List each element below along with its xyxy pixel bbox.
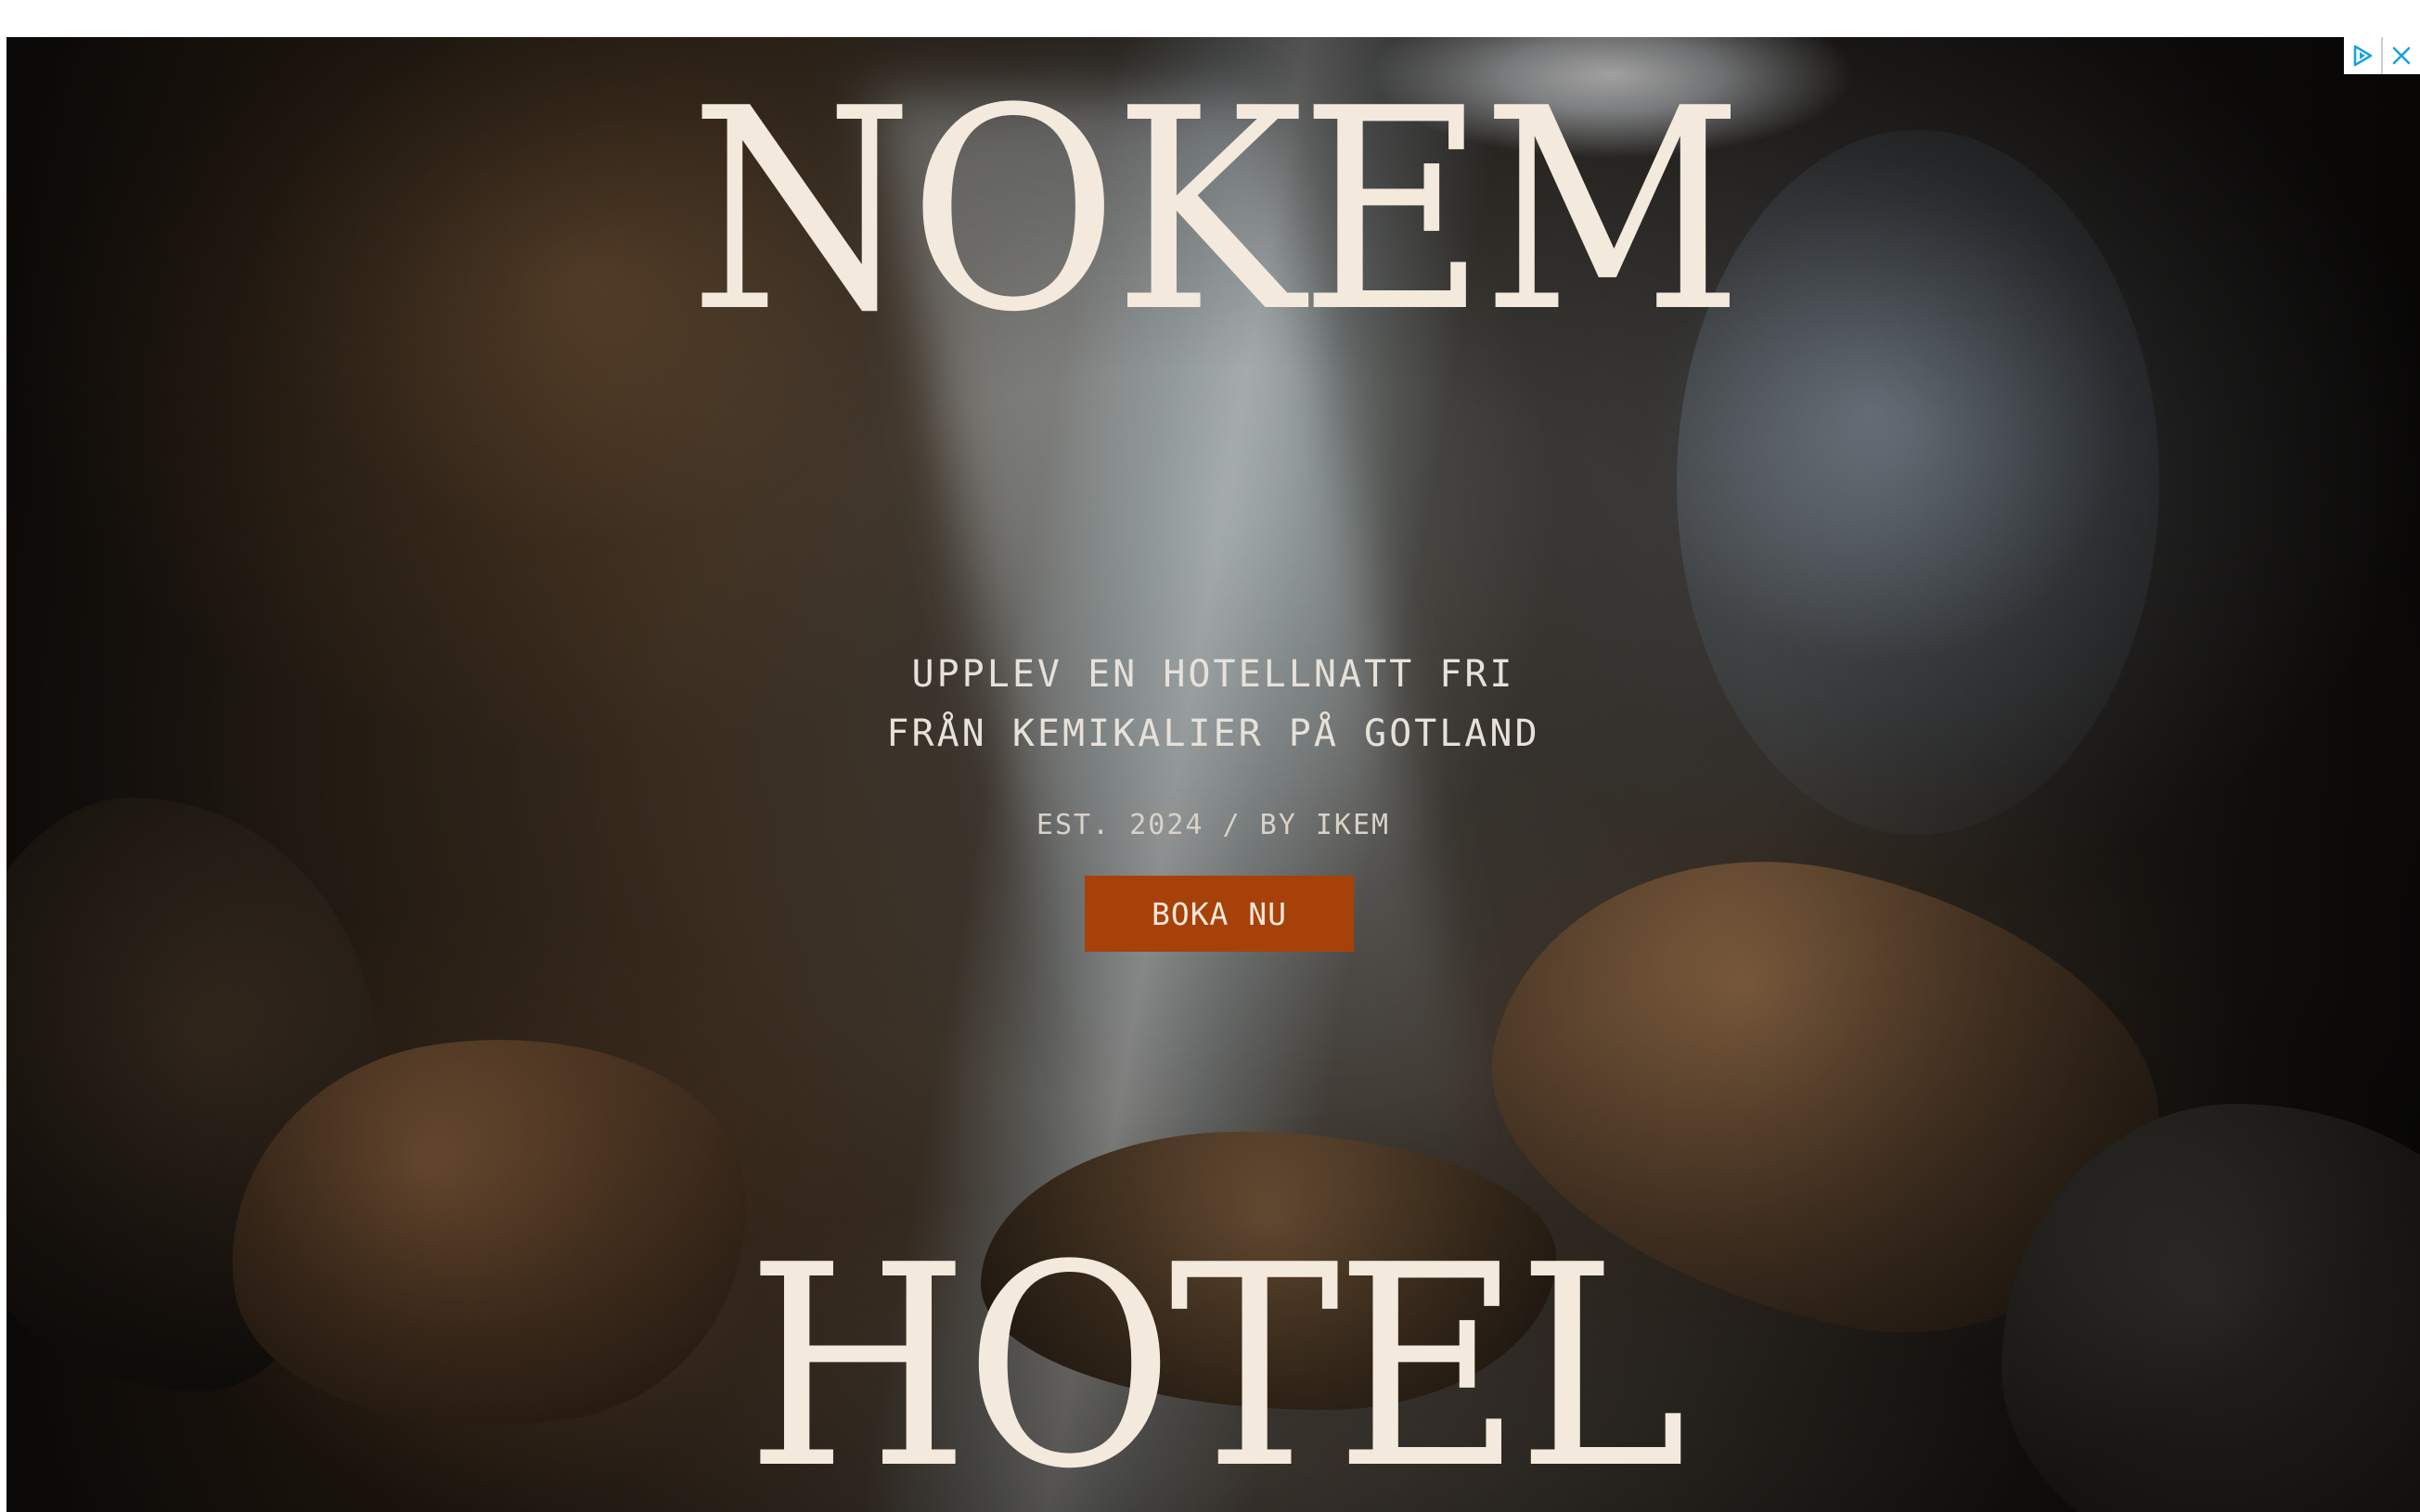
- ad-tagline: UPPLEV EN HOTELLNATT FRI FRÅN KEMIKALIER…: [6, 645, 2420, 763]
- page: NOKEM UPPLEV EN HOTELLNATT FRI FRÅN KEMI…: [0, 0, 2420, 1512]
- brand-name-top: NOKEM: [689, 49, 1744, 373]
- ad-controls: [2344, 37, 2420, 74]
- close-icon[interactable]: [2383, 37, 2420, 74]
- brand-name-bottom: HOTEL: [746, 1206, 1687, 1512]
- established-text: EST. 2024 / BY IKEM: [1036, 809, 1391, 841]
- adchoices-icon[interactable]: [2344, 37, 2383, 74]
- display-ad[interactable]: NOKEM UPPLEV EN HOTELLNATT FRI FRÅN KEMI…: [6, 37, 2420, 1512]
- book-now-button[interactable]: BOKA NU: [1085, 876, 1354, 952]
- tagline-line-2: FRÅN KEMIKALIER PÅ GOTLAND: [886, 712, 1540, 755]
- tagline-line-1: UPPLEV EN HOTELLNATT FRI: [911, 653, 1515, 696]
